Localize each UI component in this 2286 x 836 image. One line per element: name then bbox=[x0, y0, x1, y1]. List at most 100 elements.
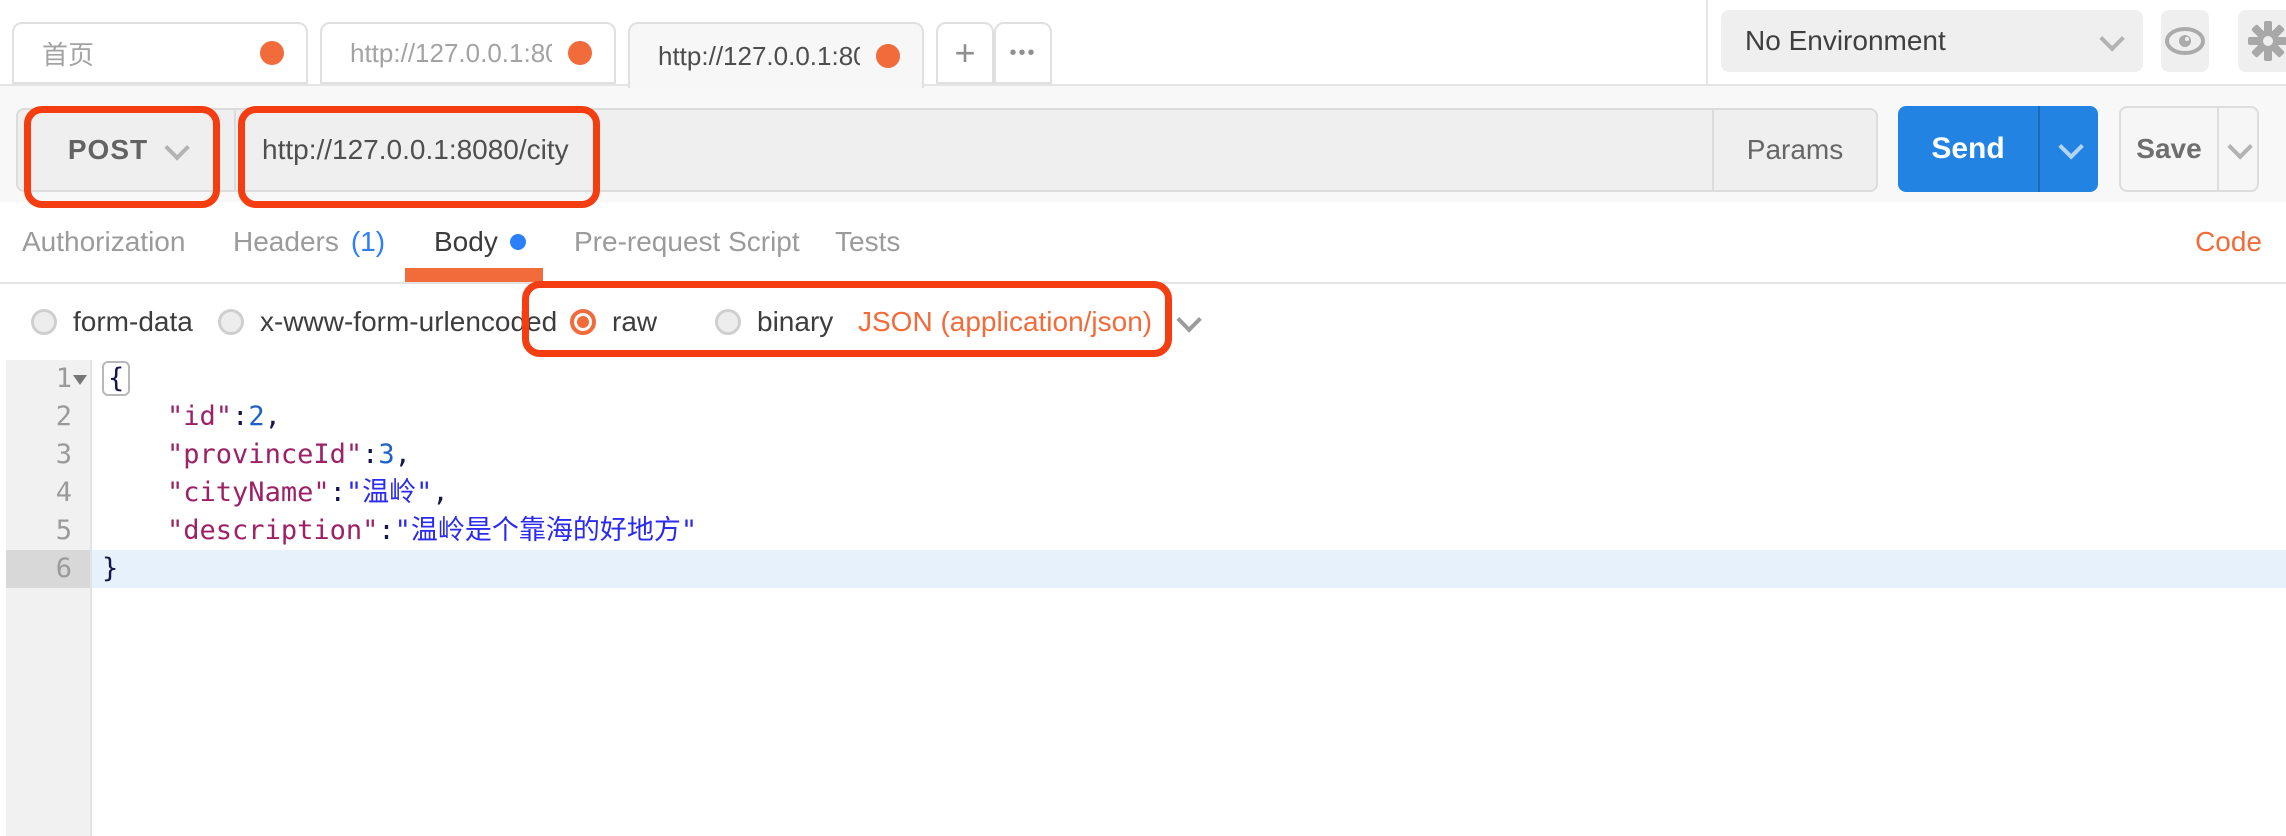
line-number: 6 bbox=[6, 550, 90, 588]
tab-pre-request-label: Pre-request Script bbox=[574, 226, 800, 257]
radio-binary-label: binary bbox=[757, 306, 834, 337]
editor-gutter: 12 3 4 5 6 bbox=[6, 360, 92, 836]
line-number: 1 bbox=[6, 360, 90, 398]
headers-count-badge: (1) bbox=[350, 226, 386, 257]
tab-request-1-label: http://127.0.0.1:808 bbox=[350, 37, 552, 68]
gear-icon bbox=[2248, 21, 2286, 61]
token-num: 3 bbox=[378, 439, 395, 470]
plus-icon: + bbox=[954, 32, 976, 73]
save-label: Save bbox=[2136, 133, 2202, 164]
code-link[interactable]: Code bbox=[2195, 202, 2262, 282]
chevron-down-icon bbox=[2227, 134, 2253, 160]
token-punc: } bbox=[102, 553, 119, 584]
token-punc bbox=[102, 515, 167, 546]
code-line[interactable]: "cityName":"温岭", bbox=[92, 474, 2286, 512]
unsaved-dot-icon bbox=[876, 44, 900, 68]
new-tab-button[interactable]: + bbox=[936, 22, 994, 84]
ellipsis-icon: ••• bbox=[1009, 41, 1037, 64]
tab-authorization[interactable]: Authorization bbox=[22, 202, 185, 282]
tab-request-2-active[interactable]: http://127.0.0.1:808 bbox=[628, 22, 924, 88]
params-button[interactable]: Params bbox=[1712, 110, 1876, 190]
send-button[interactable]: Send bbox=[1898, 106, 2098, 192]
active-tab-underline bbox=[405, 268, 543, 282]
body-indicator-dot bbox=[509, 234, 526, 250]
token-key: "cityName" bbox=[167, 477, 330, 508]
radio-x-www-form-urlencoded[interactable]: x-www-form-urlencoded bbox=[218, 284, 557, 360]
send-options-button[interactable] bbox=[2040, 106, 2098, 192]
line-number: 4 bbox=[55, 477, 72, 508]
radio-icon[interactable] bbox=[31, 309, 57, 335]
tab-options-button[interactable]: ••• bbox=[994, 22, 1052, 84]
method-label: POST bbox=[67, 134, 149, 165]
radio-icon[interactable] bbox=[570, 309, 596, 335]
settings-button[interactable] bbox=[2238, 10, 2286, 72]
radio-raw-label: raw bbox=[612, 306, 658, 337]
tab-tests-label: Tests bbox=[835, 226, 901, 257]
radio-binary[interactable]: binary bbox=[715, 284, 833, 360]
code-line[interactable]: { bbox=[92, 360, 2286, 398]
environment-selector[interactable]: No Environment bbox=[1721, 10, 2143, 72]
tab-request-1[interactable]: http://127.0.0.1:808 bbox=[320, 22, 616, 84]
radio-form-data[interactable]: form-data bbox=[31, 284, 193, 360]
url-input[interactable]: http://127.0.0.1:8080/city bbox=[236, 110, 1712, 190]
line-number: 5 bbox=[55, 515, 72, 546]
radio-x-www-form-urlencoded-label: x-www-form-urlencoded bbox=[260, 306, 558, 337]
tab-bar: 首页 http://127.0.0.1:808 http://127.0.0.1… bbox=[0, 0, 2286, 88]
radio-icon[interactable] bbox=[218, 309, 244, 335]
radio-form-data-label: form-data bbox=[73, 306, 193, 337]
code-line[interactable]: } bbox=[92, 550, 2286, 588]
tab-request-2-label: http://127.0.0.1:808 bbox=[658, 40, 860, 71]
editor-code[interactable]: { "id":2, "provinceId":3, "cityName":"温岭… bbox=[92, 360, 2286, 836]
chevron-down-icon bbox=[164, 135, 190, 161]
chevron-down-icon bbox=[1176, 307, 1202, 333]
token-str: "温岭" bbox=[345, 477, 433, 508]
token-punc bbox=[102, 439, 167, 470]
environment-selected-label: No Environment bbox=[1745, 25, 1946, 56]
radio-raw[interactable]: raw bbox=[570, 284, 657, 360]
url-builder: POST http://127.0.0.1:8080/city Params bbox=[16, 108, 1878, 192]
token-punc bbox=[102, 477, 167, 508]
save-button[interactable]: Save bbox=[2119, 106, 2259, 192]
unsaved-dot-icon bbox=[260, 41, 284, 65]
send-label: Send bbox=[1931, 132, 2005, 165]
code-line[interactable]: "description":"温岭是个靠海的好地方" bbox=[92, 512, 2286, 550]
body-type-row: form-data x-www-form-urlencoded raw bina… bbox=[0, 284, 2286, 360]
tab-authorization-label: Authorization bbox=[22, 226, 186, 257]
method-select[interactable]: POST bbox=[18, 110, 236, 190]
fold-arrow-icon[interactable] bbox=[73, 375, 87, 385]
request-tabs: Authorization Headers (1) Body Pre-reque… bbox=[0, 202, 2286, 284]
code-line[interactable]: "provinceId":3, bbox=[92, 436, 2286, 474]
token-key: "provinceId" bbox=[167, 439, 363, 470]
code-line[interactable]: "id":2, bbox=[92, 398, 2286, 436]
chevron-down-icon bbox=[2099, 26, 2125, 52]
line-number: 3 bbox=[55, 439, 72, 470]
token-punc: : bbox=[362, 439, 379, 470]
token-punc: , bbox=[264, 401, 281, 432]
token-key: "id" bbox=[167, 401, 233, 432]
tab-headers-label: Headers bbox=[233, 226, 339, 257]
postman-app: 首页 http://127.0.0.1:808 http://127.0.0.1… bbox=[0, 0, 2286, 836]
tab-pre-request-script[interactable]: Pre-request Script bbox=[574, 202, 800, 282]
token-str: "温岭是个靠海的好地方" bbox=[394, 515, 698, 546]
token-punc: : bbox=[378, 515, 395, 546]
tab-home-label: 首页 bbox=[42, 39, 95, 70]
tab-body-label: Body bbox=[434, 226, 498, 257]
token-punc bbox=[102, 401, 167, 432]
token-punc-boxed: { bbox=[102, 361, 131, 396]
environment-preview-button[interactable] bbox=[2161, 10, 2209, 72]
body-editor[interactable]: 123456 { "id":2, "provinceId":3, "cityNa… bbox=[0, 360, 2286, 836]
topbar-divider bbox=[1706, 0, 1708, 84]
token-punc: : bbox=[329, 477, 346, 508]
token-num: 2 bbox=[248, 401, 265, 432]
save-options-button[interactable] bbox=[2219, 108, 2257, 190]
content-type-select[interactable]: JSON (application/json) bbox=[858, 284, 1202, 360]
url-builder-row: POST http://127.0.0.1:8080/city Params S… bbox=[0, 86, 2286, 202]
line-number: 2 bbox=[55, 401, 72, 432]
tab-home[interactable]: 首页 bbox=[12, 22, 308, 84]
radio-icon[interactable] bbox=[715, 309, 741, 335]
chevron-down-icon bbox=[2058, 134, 2084, 160]
tab-headers[interactable]: Headers (1) bbox=[233, 202, 385, 282]
content-type-label: JSON (application/json) bbox=[858, 306, 1153, 337]
unsaved-dot-icon bbox=[568, 41, 592, 65]
tab-tests[interactable]: Tests bbox=[835, 202, 900, 282]
